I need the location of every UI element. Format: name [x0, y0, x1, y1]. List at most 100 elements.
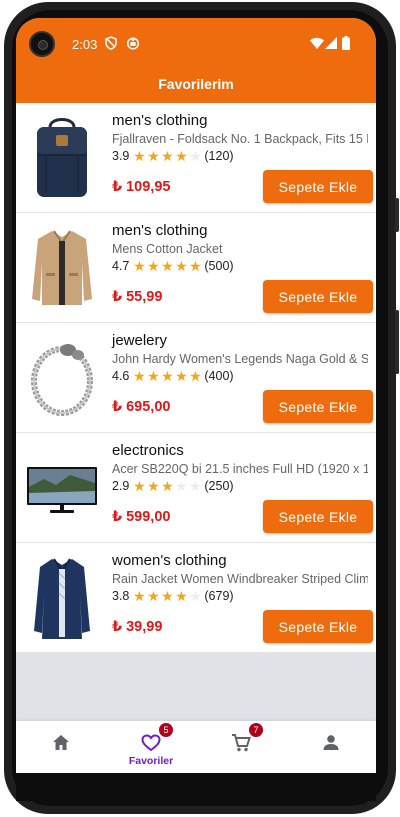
add-to-cart-button[interactable]: Sepete Ekle [263, 390, 373, 423]
star-filled-icon: ★ [147, 258, 160, 274]
rating-value: 2.9 [112, 479, 130, 493]
star-filled-icon: ★ [161, 148, 174, 164]
item-category: women's clothing [112, 552, 227, 569]
item-price: ₺ 55,99 [112, 289, 163, 305]
item-category: electronics [112, 442, 184, 459]
star-filled-icon: ★ [133, 258, 146, 274]
rating-count: (250) [204, 479, 234, 493]
list-item[interactable]: women's clothing Rain Jacket Women Windb… [16, 543, 376, 653]
wifi-icon [310, 37, 324, 49]
item-category: men's clothing [112, 222, 208, 239]
item-title: Mens Cotton Jacket [112, 242, 223, 256]
star-filled-icon: ★ [175, 148, 188, 164]
nav-favorites-label: Favoriler [128, 755, 174, 767]
rating-stars: ★ ★ ★ ★ ★ [132, 259, 202, 273]
nav-home[interactable] [16, 721, 106, 773]
favorites-badge: 5 [159, 723, 173, 737]
rating-count: (500) [204, 259, 234, 273]
rating-stars: ★ ★ ★ ★ ★ [132, 369, 202, 383]
add-to-cart-button[interactable]: Sepete Ekle [263, 280, 373, 313]
volume-button [395, 198, 399, 232]
star-filled-icon: ★ [189, 368, 202, 384]
add-to-cart-button[interactable]: Sepete Ekle [263, 170, 373, 203]
star-empty-icon: ★ [189, 478, 202, 494]
list-item[interactable]: jewelery John Hardy Women's Legends Naga… [16, 323, 376, 433]
star-filled-icon: ★ [161, 588, 174, 604]
page-title: Favorilerim [158, 76, 234, 92]
star-filled-icon: ★ [133, 368, 146, 384]
rating-count: (400) [204, 369, 234, 383]
shield-icon [105, 36, 117, 50]
list-item[interactable]: men's clothing Mens Cotton Jacket 4.7 ★ ★… [16, 213, 376, 323]
rating-stars: ★ ★ ★ ★ ★ [132, 589, 202, 603]
item-price: ₺ 599,00 [112, 509, 171, 525]
rating-count: (679) [204, 589, 234, 603]
item-rating: 4.7 ★ ★ ★ ★ ★ (500) [112, 259, 234, 273]
star-filled-icon: ★ [161, 368, 174, 384]
rating-count: (120) [204, 149, 234, 163]
list-item[interactable]: electronics Acer SB220Q bi 21.5 inches F… [16, 433, 376, 543]
add-to-cart-button[interactable]: Sepete Ekle [263, 500, 373, 533]
rating-value: 4.7 [112, 259, 130, 273]
nav-cart[interactable]: 7 [196, 721, 286, 773]
phone-chin [16, 773, 376, 801]
front-camera [29, 31, 55, 57]
star-filled-icon: ★ [133, 478, 146, 494]
item-title: Fjallraven - Foldsack No. 1 Backpack, Fi… [112, 132, 368, 146]
heart-icon [141, 734, 161, 752]
star-filled-icon: ★ [133, 148, 146, 164]
list-item[interactable]: men's clothing Fjallraven - Foldsack No.… [16, 103, 376, 213]
rating-value: 3.9 [112, 149, 130, 163]
item-rating: 4.6 ★ ★ ★ ★ ★ (400) [112, 369, 234, 383]
star-empty-icon: ★ [189, 148, 202, 164]
jacket-image [32, 230, 92, 305]
status-bar: 2:03 [16, 18, 376, 70]
star-empty-icon: ★ [175, 478, 188, 494]
star-filled-icon: ★ [161, 478, 174, 494]
item-rating: 3.9 ★ ★ ★ ★ ★ (120) [112, 149, 234, 163]
nav-favorites[interactable]: 5 Favoriler [106, 721, 196, 773]
item-price: ₺ 695,00 [112, 399, 171, 415]
signal-icon [325, 37, 337, 49]
add-to-cart-button[interactable]: Sepete Ekle [263, 610, 373, 643]
app-header: 2:03 Favorilerim [16, 18, 376, 103]
favorites-list: men's clothing Fjallraven - Foldsack No.… [16, 103, 376, 653]
battery-icon [342, 36, 350, 50]
home-icon [53, 735, 69, 750]
item-category: jewelery [112, 332, 168, 349]
star-filled-icon: ★ [147, 588, 160, 604]
bottom-navigation: 5 Favoriler 7 [16, 721, 376, 773]
monitor-image [27, 467, 97, 513]
backpack-image [37, 118, 87, 197]
cart-badge: 7 [249, 723, 263, 737]
cart-icon [232, 734, 251, 752]
star-filled-icon: ★ [133, 588, 146, 604]
star-filled-icon: ★ [147, 148, 160, 164]
star-filled-icon: ★ [175, 588, 188, 604]
app-notification-icon [126, 37, 140, 50]
item-title: John Hardy Women's Legends Naga Gold & S… [112, 352, 368, 366]
rating-value: 3.8 [112, 589, 130, 603]
nav-profile[interactable] [286, 721, 376, 773]
item-rating: 3.8 ★ ★ ★ ★ ★ (679) [112, 589, 234, 603]
item-price: ₺ 39,99 [112, 619, 163, 635]
item-title: Rain Jacket Women Windbreaker Striped Cl… [112, 572, 368, 586]
star-filled-icon: ★ [175, 258, 188, 274]
bracelet-image [31, 344, 93, 416]
power-button [395, 310, 399, 374]
item-price: ₺ 109,95 [112, 179, 171, 195]
star-filled-icon: ★ [175, 368, 188, 384]
raincoat-image [34, 558, 90, 639]
star-empty-icon: ★ [189, 588, 202, 604]
status-time: 2:03 [72, 37, 98, 52]
rating-value: 4.6 [112, 369, 130, 383]
rating-stars: ★ ★ ★ ★ ★ [132, 479, 202, 493]
star-filled-icon: ★ [189, 258, 202, 274]
item-category: men's clothing [112, 112, 208, 129]
star-filled-icon: ★ [161, 258, 174, 274]
person-icon [323, 735, 339, 750]
rating-stars: ★ ★ ★ ★ ★ [132, 149, 202, 163]
app-screen: 2:03 Favorilerim men's clothing Fjallrav… [16, 18, 376, 773]
item-rating: 2.9 ★ ★ ★ ★ ★ (250) [112, 479, 234, 493]
item-title: Acer SB220Q bi 21.5 inches Full HD (1920… [112, 462, 368, 476]
